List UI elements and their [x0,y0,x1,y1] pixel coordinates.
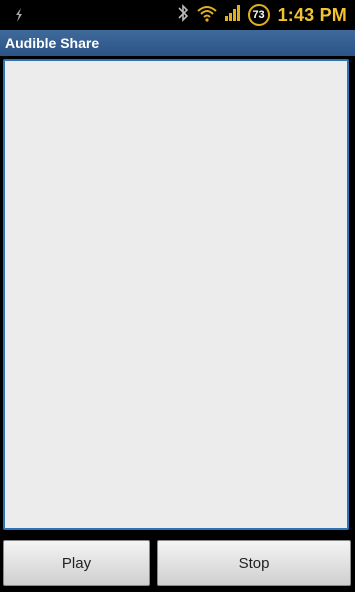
wifi-icon [196,4,218,27]
status-clock: 1:43 PM [277,4,347,25]
battery-indicator: 73 [247,4,270,26]
bluetooth-icon [176,3,190,28]
usb-debug-icon [12,7,26,23]
stop-button[interactable]: Stop [157,540,351,586]
play-button[interactable]: Play [3,540,150,586]
signal-icon [224,4,242,27]
status-bar: 73 1:43 PM [0,0,355,30]
share-text-area[interactable] [3,59,349,530]
app-title: Audible Share [5,35,100,51]
app-title-bar: Audible Share [0,30,355,56]
